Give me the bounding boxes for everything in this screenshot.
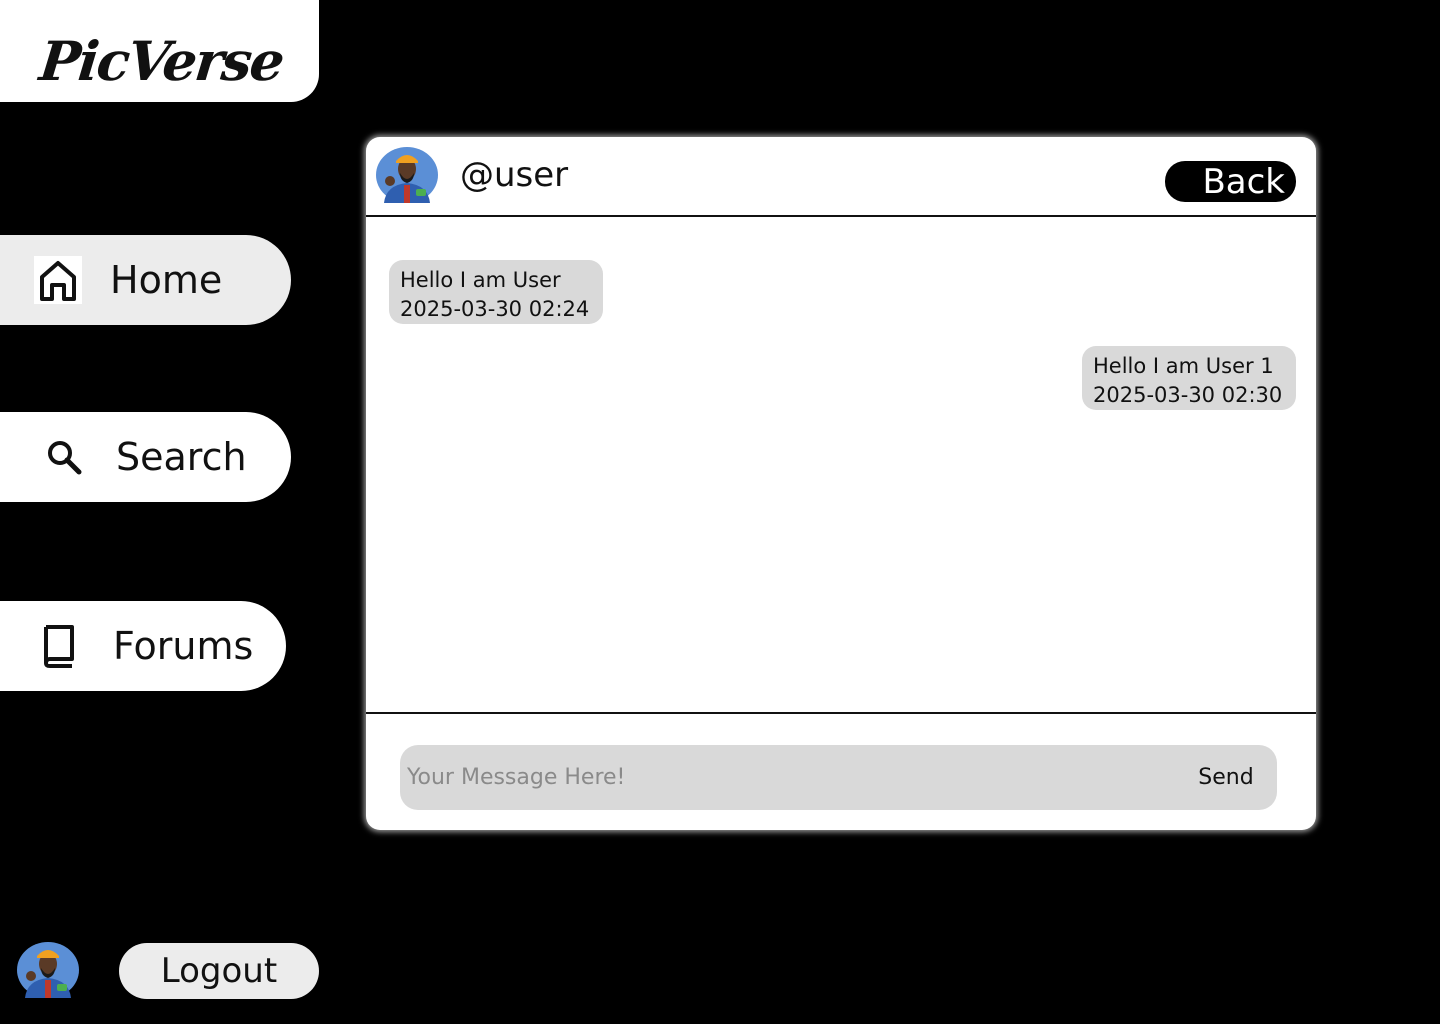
logo: PicVerse xyxy=(28,27,295,95)
search-icon xyxy=(40,433,88,481)
sidebar-item-label: Home xyxy=(110,258,223,302)
logout-button[interactable]: Logout xyxy=(119,943,319,999)
message-composer: Send xyxy=(400,745,1277,810)
message-input[interactable] xyxy=(400,745,1181,810)
book-icon xyxy=(34,622,82,670)
message-bubble: Hello I am User 1 2025-03-30 02:30 xyxy=(1082,346,1296,410)
sidebar-item-search[interactable]: Search xyxy=(0,412,291,502)
sidebar-item-label: Forums xyxy=(113,624,254,668)
message-list: Hello I am User 2025-03-30 02:24 Hello I… xyxy=(366,217,1316,713)
chat-panel: @user Back Hello I am User 2025-03-30 02… xyxy=(366,137,1316,830)
sidebar-item-home[interactable]: Home xyxy=(0,235,291,325)
sidebar-item-label: Search xyxy=(116,435,247,479)
message-timestamp: 2025-03-30 02:30 xyxy=(1093,383,1283,407)
message-timestamp: 2025-03-30 02:24 xyxy=(400,297,590,321)
send-button[interactable]: Send xyxy=(1181,745,1271,810)
logo-container[interactable]: PicVerse xyxy=(0,0,319,102)
avatar[interactable] xyxy=(376,147,438,203)
back-button[interactable]: Back xyxy=(1165,161,1296,202)
divider xyxy=(366,712,1316,714)
chat-username: @user xyxy=(460,155,569,195)
sidebar-item-forums[interactable]: Forums xyxy=(0,601,286,691)
chat-header: @user Back xyxy=(366,137,1316,217)
avatar[interactable] xyxy=(17,942,79,998)
home-icon xyxy=(34,256,82,304)
message-text: Hello I am User xyxy=(400,268,561,292)
message-text: Hello I am User 1 xyxy=(1093,354,1274,378)
message-bubble: Hello I am User 2025-03-30 02:24 xyxy=(389,260,603,324)
